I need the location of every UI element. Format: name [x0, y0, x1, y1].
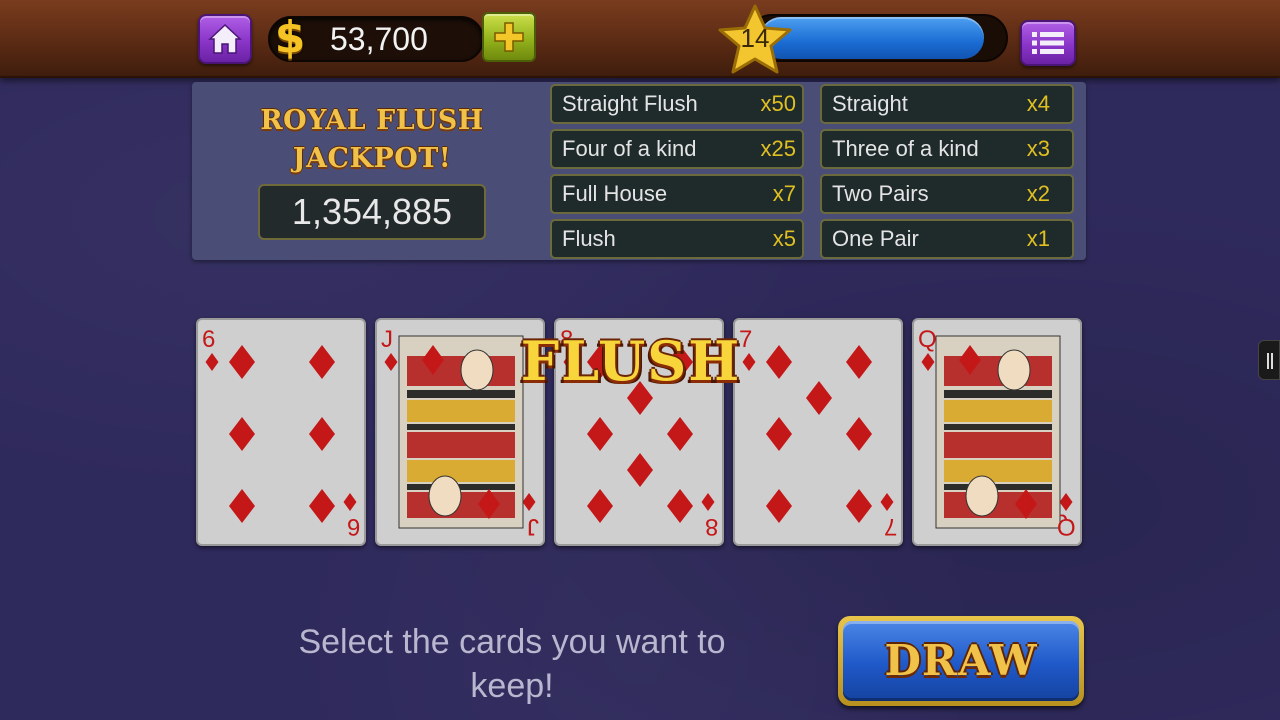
- diamond-pip: [587, 417, 613, 451]
- card-rank: 6: [202, 326, 216, 353]
- top-bar: [0, 0, 1280, 78]
- hand-multiplier: x4: [1026, 91, 1050, 116]
- diamond-pip: [229, 417, 255, 451]
- paytable-row: Straight Flush x50: [550, 84, 804, 124]
- diamond-pip: [309, 345, 335, 379]
- diamond-pip: [309, 417, 335, 451]
- hand-name: Four of a kind: [562, 136, 697, 161]
- hand-result-banner: FLUSH: [520, 329, 742, 393]
- diamond-pip: [880, 493, 894, 511]
- card-rank: J: [527, 513, 539, 540]
- coin-balance: 53,700: [330, 21, 428, 57]
- draw-button-label: DRAW: [843, 621, 1079, 701]
- paytable-row: Straight x4: [820, 84, 1074, 124]
- hand-name: Straight: [832, 91, 908, 116]
- diamond-pip: [667, 489, 693, 523]
- card-rank: 8: [704, 513, 718, 540]
- hand-name: Flush: [562, 226, 616, 251]
- diamond-pip: [766, 489, 792, 523]
- diamond-pip: [309, 489, 335, 523]
- paytable-row: Two Pairs x2: [820, 174, 1074, 214]
- paytable-row: Flush x5: [550, 219, 804, 259]
- paytable-row: One Pair x1: [820, 219, 1074, 259]
- hand-multiplier: x50: [760, 91, 796, 116]
- hand-multiplier: x2: [1026, 181, 1050, 206]
- hand-name: One Pair: [832, 226, 919, 251]
- paytable-row: Four of a kind x25: [550, 129, 804, 169]
- card-rank: J: [381, 326, 393, 353]
- diamond-pip: [522, 493, 536, 511]
- playing-card-queen-diamonds[interactable]: Q Q: [912, 318, 1082, 546]
- hand-multiplier: x5: [772, 226, 796, 251]
- hand-multiplier: x1: [1026, 226, 1050, 251]
- paytable-row: Three of a kind x3: [820, 129, 1074, 169]
- hand-multiplier: x3: [1026, 136, 1050, 161]
- add-coins-button[interactable]: [482, 12, 536, 62]
- diamond-pip: [384, 353, 398, 371]
- diamond-pip: [921, 353, 935, 371]
- side-drawer-handle[interactable]: [1258, 340, 1280, 380]
- draw-button[interactable]: DRAW: [838, 616, 1084, 706]
- paytable-row: Full House x7: [550, 174, 804, 214]
- card-face-art: [205, 345, 357, 523]
- home-icon: [208, 23, 242, 54]
- hand-name: Straight Flush: [562, 91, 698, 116]
- diamond-pip: [846, 417, 872, 451]
- queen-portrait: [935, 335, 1061, 529]
- diamond-pip: [229, 345, 255, 379]
- jackpot-amount: 1,354,885: [258, 184, 486, 240]
- home-button[interactable]: [198, 14, 252, 64]
- diamond-pip: [766, 417, 792, 451]
- list-menu-icon: [1032, 32, 1064, 54]
- diamond-pip: [587, 489, 613, 523]
- card-rank: 7: [883, 513, 897, 540]
- diamond-pip: [205, 353, 219, 371]
- instruction-text: Select the cards you want to keep!: [298, 623, 726, 705]
- card-face-art: [921, 335, 1073, 529]
- diamond-pip: [667, 417, 693, 451]
- menu-button[interactable]: [1020, 20, 1076, 66]
- player-level: 14: [740, 23, 770, 53]
- dollar-icon: $: [274, 12, 306, 63]
- card-rank: 6: [346, 513, 360, 540]
- diamond-pip: [701, 493, 715, 511]
- card-rank: Q: [918, 326, 937, 353]
- hand-name: Two Pairs: [832, 181, 929, 206]
- hand-name: Three of a kind: [832, 136, 979, 161]
- hand-name: Full House: [562, 181, 668, 206]
- jackpot-title-line2: JACKPOT!: [292, 143, 452, 174]
- card-rank: Q: [1057, 513, 1076, 540]
- diamond-pip: [229, 489, 255, 523]
- diamond-pip: [343, 493, 357, 511]
- playing-card-6-diamonds[interactable]: 6 6: [196, 318, 366, 546]
- jackpot-title: ROYAL FLUSH JACKPOT!: [222, 102, 522, 178]
- jackpot-title-line1: ROYAL FLUSH: [260, 105, 484, 136]
- diamond-pip: [846, 345, 872, 379]
- diamond-pip: [846, 489, 872, 523]
- hand-multiplier: x25: [760, 136, 796, 161]
- plus-icon: [494, 22, 524, 52]
- diamond-pip: [627, 453, 653, 487]
- diamond-pip: [1059, 493, 1073, 511]
- diamond-pip: [806, 381, 832, 415]
- hand-multiplier: x7: [772, 181, 796, 206]
